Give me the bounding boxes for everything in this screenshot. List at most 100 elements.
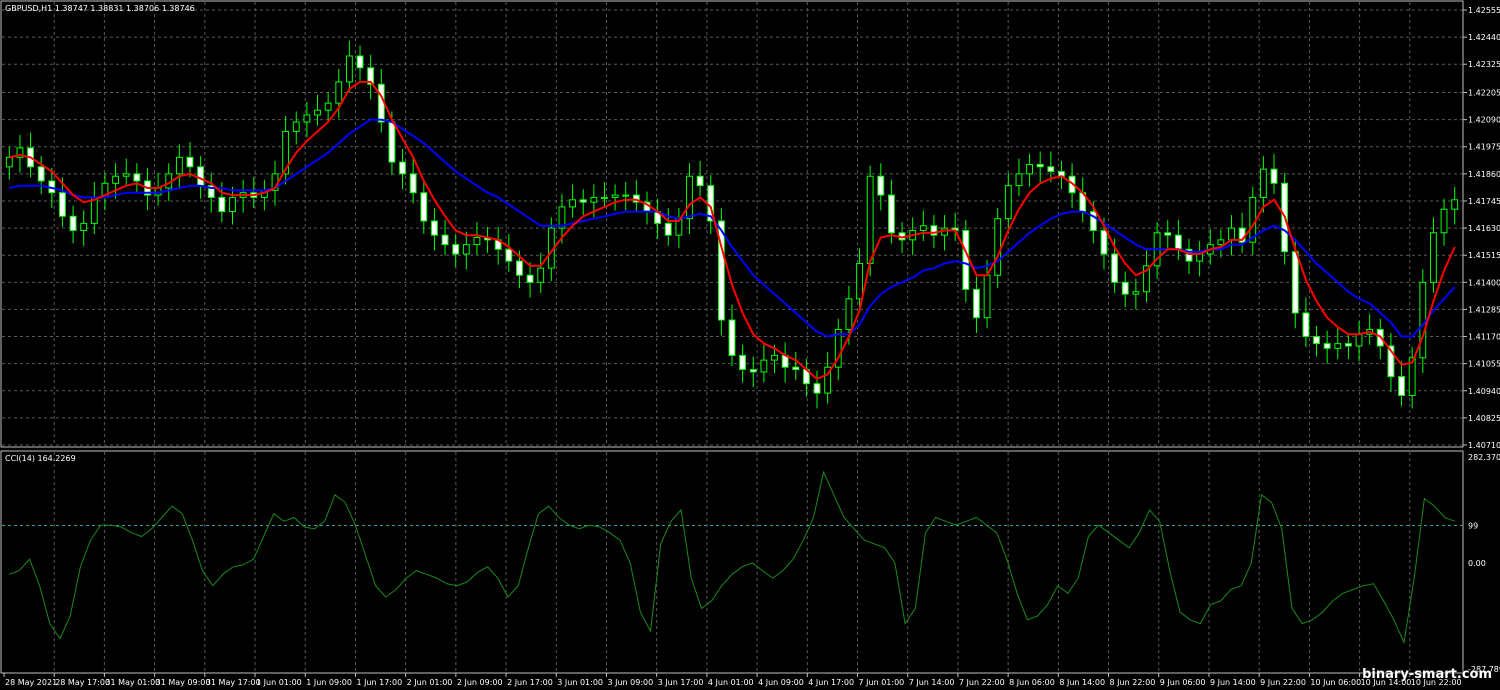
candle-body bbox=[1132, 291, 1140, 295]
time-tick-label: 7 Jun 01:00 bbox=[859, 678, 905, 687]
candle-body bbox=[590, 196, 598, 203]
candle-body bbox=[1196, 253, 1204, 262]
candle-body bbox=[314, 109, 321, 116]
price-tick-label: 1.41055 bbox=[1468, 360, 1500, 369]
price-panel-frame bbox=[0, 0, 1464, 448]
candle-body bbox=[919, 225, 927, 231]
candle-body bbox=[80, 222, 88, 231]
candle-body bbox=[1398, 376, 1405, 396]
time-tick-label: 10 Jun 06:00 bbox=[1310, 678, 1361, 687]
candle-body bbox=[441, 234, 449, 246]
candle-body bbox=[611, 194, 619, 198]
candle-body bbox=[122, 173, 130, 177]
candle-body bbox=[409, 173, 417, 194]
candle-body bbox=[771, 354, 778, 361]
candle-body bbox=[335, 81, 343, 104]
time-tick-label: 8 Jun 14:00 bbox=[1059, 678, 1105, 687]
price-tick-label: 1.41860 bbox=[1468, 170, 1500, 179]
candle-body bbox=[1451, 199, 1459, 210]
price-tick-label: 1.41515 bbox=[1468, 251, 1500, 260]
time-tick-label: 7 Jun 14:00 bbox=[909, 678, 955, 687]
candle-body bbox=[983, 274, 991, 319]
candle-body bbox=[1100, 229, 1108, 255]
candle-body bbox=[1344, 343, 1352, 347]
candle-body bbox=[1217, 239, 1225, 246]
time-tick-label: 3 Jun 09:00 bbox=[607, 678, 653, 687]
candle-body bbox=[569, 199, 577, 208]
candle-body bbox=[112, 175, 120, 184]
candle-body bbox=[856, 262, 863, 300]
price-tick-label: 1.40710 bbox=[1468, 441, 1500, 450]
candle-body bbox=[452, 244, 460, 255]
candle-body bbox=[622, 194, 630, 197]
candle-body bbox=[1259, 168, 1267, 198]
watermark-text: binary-smart.com bbox=[1362, 667, 1492, 682]
candle-body bbox=[601, 196, 608, 199]
time-tick-label: 2 Jun 17:00 bbox=[507, 678, 553, 687]
candle-body bbox=[1440, 208, 1448, 234]
time-tick-label: 1 Jun 17:00 bbox=[356, 678, 402, 687]
candle-body bbox=[37, 166, 45, 182]
candle-body bbox=[303, 114, 311, 123]
price-tick-label: 1.42325 bbox=[1468, 60, 1500, 69]
candle-body bbox=[686, 175, 693, 220]
candle-body bbox=[90, 196, 98, 224]
time-tick-label: 28 May 17:00 bbox=[55, 678, 110, 687]
cci-panel-frame bbox=[0, 450, 1464, 674]
price-panel-title: GBPUSD,H1 1.38747 1.38831 1.38706 1.3874… bbox=[5, 4, 195, 13]
candle-body bbox=[345, 55, 353, 83]
candle-body bbox=[1164, 232, 1172, 236]
candle-body bbox=[845, 298, 853, 330]
candle-body bbox=[1313, 336, 1320, 345]
candle-body bbox=[537, 267, 545, 283]
price-tick-label: 1.41745 bbox=[1468, 197, 1500, 206]
candle-body bbox=[1419, 281, 1427, 359]
candle-body bbox=[813, 383, 821, 394]
price-tick-label: 1.40825 bbox=[1468, 414, 1500, 423]
candle-body bbox=[324, 102, 332, 111]
price-axis: 1.42555 1.42440 1.42325 1.42205 1.42090 1.419… bbox=[1463, 6, 1500, 450]
candle-body bbox=[388, 121, 396, 163]
candle-body bbox=[5, 156, 13, 168]
candle-body bbox=[505, 248, 513, 262]
time-tick-label: 8 Jun 06:00 bbox=[1009, 678, 1055, 687]
time-tick-label: 9 Jun 22:00 bbox=[1260, 678, 1306, 687]
candle-body bbox=[218, 196, 226, 213]
price-tick-label: 1.41170 bbox=[1468, 333, 1500, 342]
candle-body bbox=[175, 156, 183, 175]
cci-tick-label: 0.00 bbox=[1468, 559, 1486, 568]
candle-body bbox=[1121, 281, 1129, 295]
candle-body bbox=[749, 369, 757, 373]
candle-body bbox=[1015, 173, 1023, 187]
trading-chart[interactable]: GBPUSD,H1 1.38747 1.38831 1.38706 1.3874… bbox=[0, 0, 1500, 690]
candle-body bbox=[792, 366, 800, 371]
time-tick-label: 31 May 09:00 bbox=[156, 678, 211, 687]
candle-body bbox=[1111, 253, 1119, 283]
time-tick-label: 31 May 17:00 bbox=[206, 678, 261, 687]
candle-body bbox=[69, 215, 77, 231]
cci-tick-label: 99 bbox=[1468, 521, 1478, 530]
candle-body bbox=[420, 192, 428, 222]
candle-body bbox=[133, 173, 141, 182]
candle-body bbox=[516, 260, 523, 276]
candle-body bbox=[1174, 234, 1182, 250]
candle-body bbox=[1270, 168, 1278, 184]
candle-body bbox=[377, 83, 385, 123]
candle-body bbox=[526, 274, 534, 283]
candle-body bbox=[866, 175, 874, 264]
candle-body bbox=[59, 192, 66, 217]
cci-panel-title: CCI(14) 164.2269 bbox=[5, 454, 76, 463]
candle-body bbox=[962, 229, 970, 290]
time-tick-label: 1 Jun 09:00 bbox=[306, 678, 352, 687]
time-tick-label: 1 Jun 01:00 bbox=[256, 678, 302, 687]
price-tick-label: 1.41975 bbox=[1468, 143, 1500, 152]
candle-body bbox=[696, 175, 704, 187]
time-tick-label: 3 Jun 17:00 bbox=[658, 678, 704, 687]
candle-body bbox=[760, 359, 768, 373]
time-tick-label: 4 Jun 09:00 bbox=[758, 678, 804, 687]
candle-body bbox=[994, 218, 1002, 276]
time-tick-label: 4 Jun 17:00 bbox=[808, 678, 854, 687]
price-tick-label: 1.42555 bbox=[1468, 6, 1500, 15]
candle-body bbox=[1047, 166, 1055, 173]
time-tick-label: 2 Jun 01:00 bbox=[407, 678, 453, 687]
